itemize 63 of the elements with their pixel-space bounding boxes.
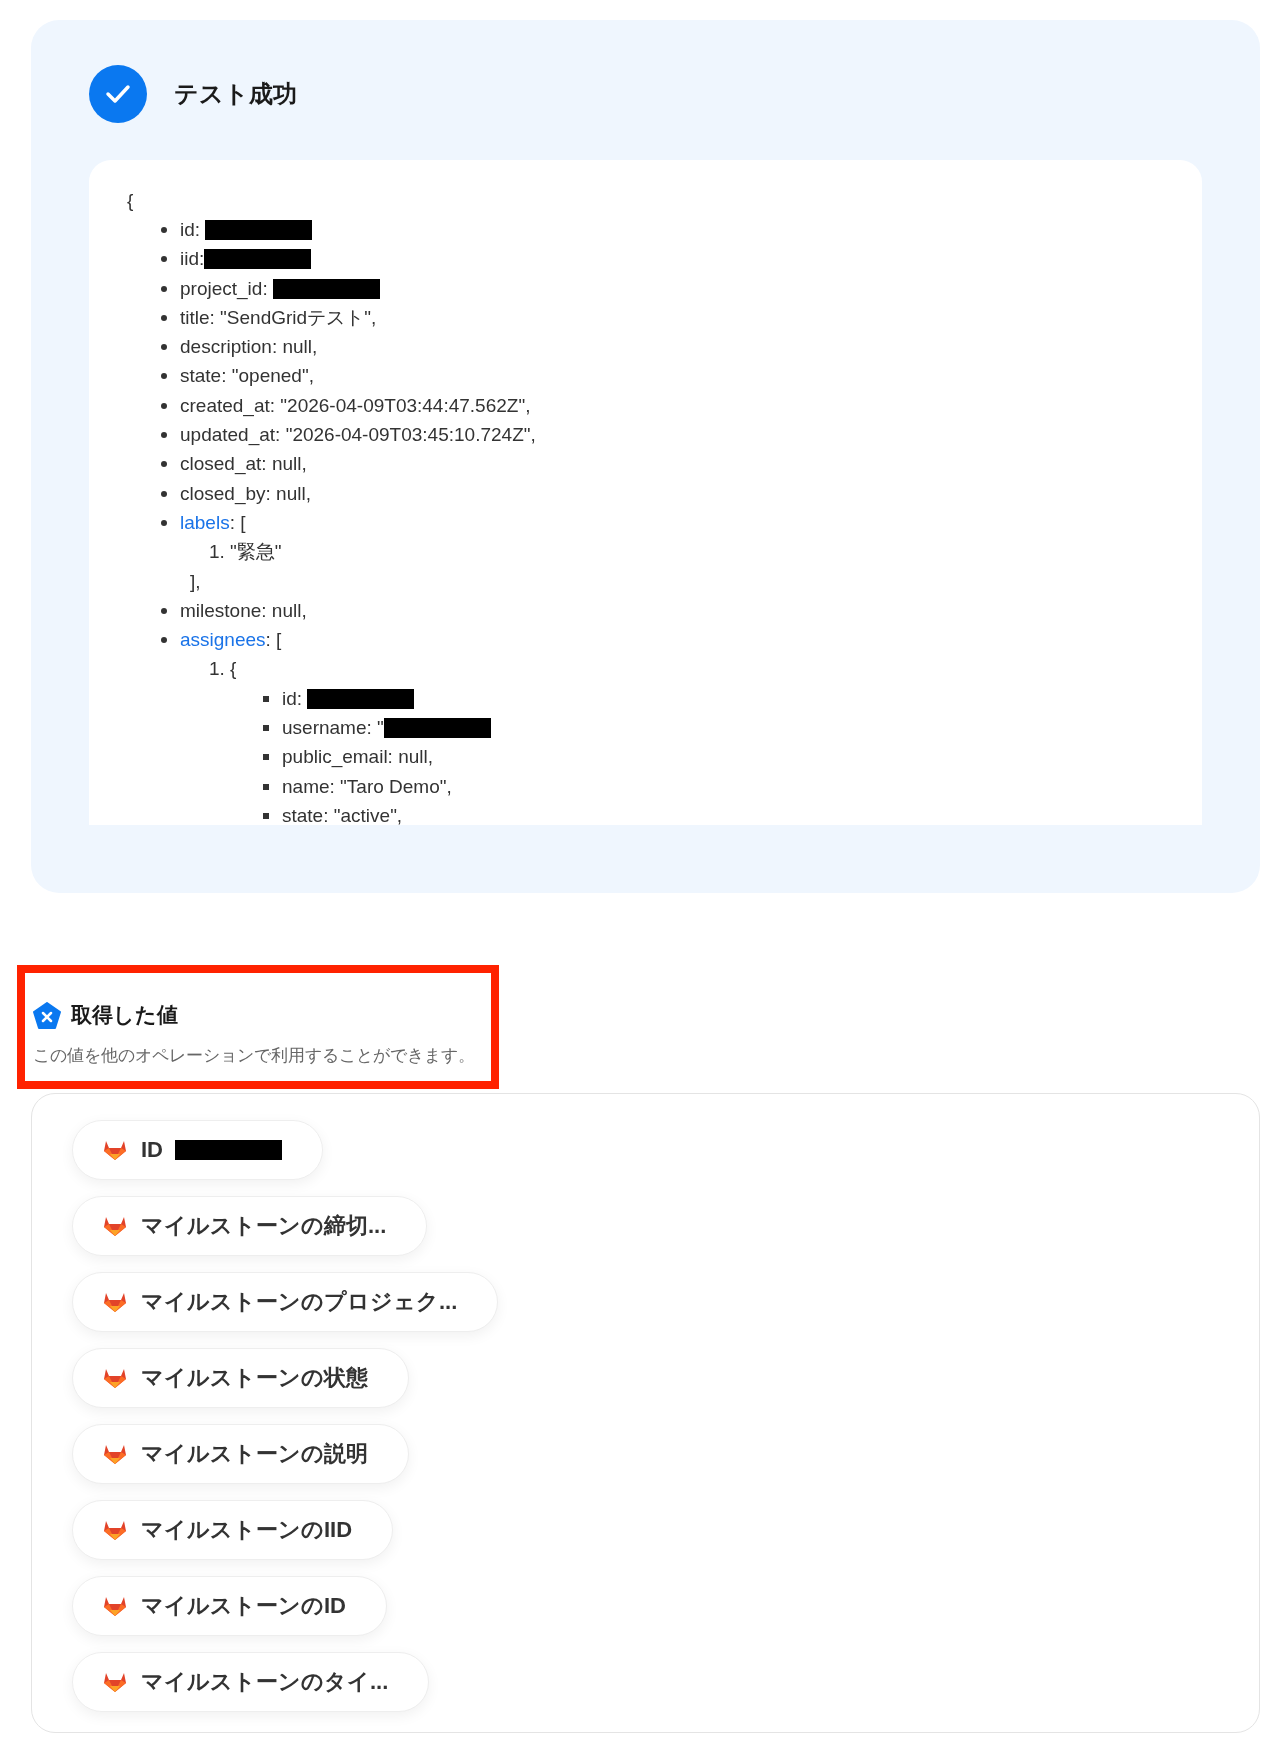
bullet-icon — [161, 314, 167, 321]
code-text: : [ — [265, 629, 282, 652]
code-text: created_at: "2026-04-09T03:44:47.562Z", — [180, 394, 531, 417]
code-text: username: " — [282, 717, 384, 739]
code-text: public_email: null, — [282, 746, 434, 769]
bullet-icon — [161, 256, 167, 263]
result-title: テスト成功 — [174, 79, 297, 109]
code-text: id: — [180, 218, 202, 241]
fox-icon — [103, 1443, 127, 1465]
code-text: milestone: null, — [180, 599, 307, 622]
value-chip[interactable]: マイルストーンのIID — [72, 1500, 394, 1560]
code-text: 1. "緊急" — [209, 540, 282, 565]
code-text: updated_at: "2026-04-09T03:45:10.724Z", — [180, 424, 536, 446]
code-text: state: "opened", — [180, 365, 314, 388]
bullet-icon — [263, 783, 269, 790]
value-chip[interactable]: マイルストーンの説明 — [72, 1424, 409, 1484]
bullet-icon — [161, 607, 167, 614]
code-text: project_id: — [180, 277, 269, 300]
code-text: name: "Taro Demo", — [282, 775, 452, 798]
code-text: iid: — [180, 248, 205, 271]
bullet-icon — [263, 812, 269, 819]
value-chip[interactable]: マイルストーンのプロジェク... — [72, 1272, 499, 1332]
code-text: closed_by: null, — [180, 482, 311, 505]
code-text: state: "active", — [282, 804, 403, 825]
code-text: { — [127, 189, 134, 212]
bullet-icon — [161, 226, 167, 233]
bullet-icon — [161, 373, 167, 380]
fox-icon — [103, 1519, 127, 1541]
value-chip[interactable]: マイルストーンのID — [72, 1576, 387, 1636]
fox-icon — [103, 1291, 127, 1313]
variable-icon — [33, 1001, 61, 1029]
key-link[interactable]: labels — [180, 511, 230, 534]
value-chip[interactable]: マイルストーンの締切... — [72, 1196, 428, 1256]
key-link[interactable]: assignees — [180, 629, 266, 652]
code-text: title: "SendGridテスト", — [180, 305, 377, 330]
check-icon — [89, 65, 147, 123]
bullet-icon — [263, 754, 269, 761]
code-text: id: — [282, 687, 304, 710]
fox-icon — [103, 1215, 127, 1237]
fox-icon — [103, 1367, 127, 1389]
code-text: : [ — [229, 511, 246, 534]
bullet-icon — [161, 285, 167, 292]
fox-icon — [103, 1595, 127, 1617]
bullet-icon — [161, 344, 167, 351]
bullet-icon — [161, 461, 167, 468]
bullet-icon — [263, 725, 269, 731]
bullet-icon — [161, 637, 167, 644]
value-chip[interactable]: マイルストーンの状態 — [72, 1348, 409, 1408]
section-description: この値を他のオペレーションで利用することができます。 — [33, 1045, 476, 1066]
bullet-icon — [161, 490, 167, 497]
value-chip[interactable]: マイルストーンのタイ... — [72, 1652, 430, 1712]
bullet-icon — [161, 519, 167, 526]
bullet-icon — [263, 695, 269, 702]
value-chip[interactable]: ID — [72, 1120, 324, 1180]
bullet-icon — [161, 432, 167, 438]
fox-icon — [103, 1671, 127, 1693]
code-text: 1. { — [209, 658, 237, 681]
code-text: ], — [190, 570, 201, 593]
bullet-icon — [161, 402, 167, 409]
section-title: 取得した値 — [71, 1002, 178, 1028]
code-text: description: null, — [180, 336, 318, 359]
code-text: closed_at: null, — [180, 453, 307, 476]
fox-icon — [103, 1139, 127, 1161]
